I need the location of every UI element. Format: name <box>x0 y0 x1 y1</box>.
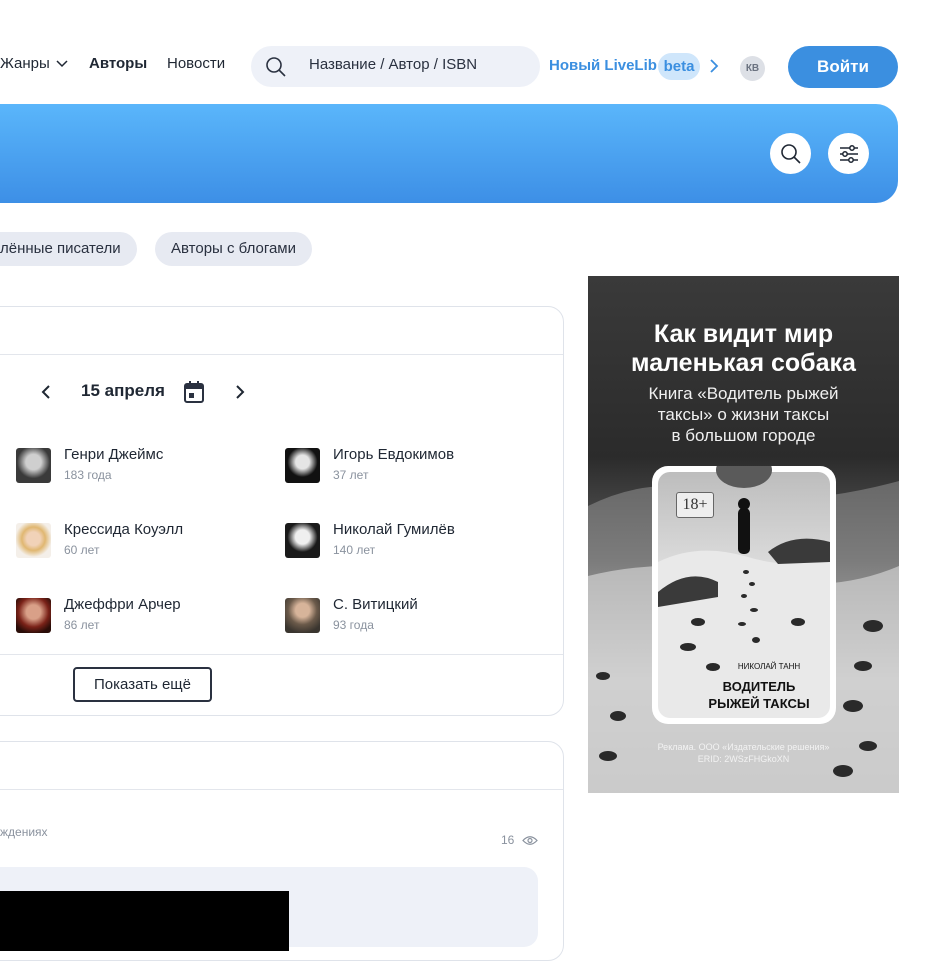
author-age: 93 года <box>333 618 374 632</box>
nav-genres[interactable]: Жанры <box>0 55 68 72</box>
age-rating: 18+ <box>676 492 714 518</box>
selected-date: 15 апреля <box>81 381 165 400</box>
author-item[interactable]: С. Витицкий 93 года <box>285 596 525 636</box>
author-item[interactable]: Генри Джеймс 183 года <box>16 446 256 486</box>
author-photo <box>285 448 320 483</box>
views-count-value: 16 <box>501 833 515 847</box>
news-category: ждениях <box>0 825 48 839</box>
new-livelib-link[interactable]: Новый LiveLib <box>549 57 657 74</box>
filter-icon <box>840 145 858 163</box>
news-image[interactable] <box>0 891 289 951</box>
ad-legal-line2: ERID: 2WSzFHGkoXN <box>697 754 790 764</box>
book-cover: 18+ НИКОЛАЙ ТАНН ВОДИТЕЛЬ РЫЖЕЙ ТАКСЫ <box>652 466 836 724</box>
authors-banner <box>0 104 898 203</box>
author-name: Крессида Коуэлл <box>64 521 184 538</box>
chevron-left-icon[interactable] <box>41 384 51 400</box>
book-title-line1: ВОДИТЕЛЬ <box>722 679 796 694</box>
show-more-button[interactable]: Показать ещё <box>73 667 212 702</box>
author-photo <box>16 448 51 483</box>
chevron-down-icon <box>56 60 68 68</box>
card-divider <box>0 354 563 355</box>
search-icon <box>266 57 286 77</box>
author-photo <box>16 598 51 633</box>
ad-title-line1: Как видит мир <box>653 320 834 348</box>
chip-authors-with-blogs[interactable]: Авторы с блогами <box>155 232 313 266</box>
banner-search-button[interactable] <box>770 133 811 174</box>
author-age: 37 лет <box>333 468 369 482</box>
author-photo <box>285 598 320 633</box>
author-age: 140 лет <box>333 543 376 557</box>
author-photo <box>16 523 51 558</box>
ad-title-line2: маленькая собака <box>631 349 856 377</box>
beta-badge: beta <box>658 53 700 80</box>
author-name: Генри Джеймс <box>64 446 164 463</box>
card-divider <box>0 654 563 655</box>
author-name: С. Витицкий <box>333 596 418 613</box>
ad-subtitle-line3: в большом городе <box>671 426 816 445</box>
author-item[interactable]: Николай Гумилёв 140 лет <box>285 521 525 561</box>
author-name: Николай Гумилёв <box>333 521 455 538</box>
author-photo <box>285 523 320 558</box>
login-button[interactable]: Войти <box>788 46 898 88</box>
nav-news[interactable]: Новости <box>167 55 225 72</box>
chevron-right-icon[interactable] <box>235 384 245 400</box>
chevron-right-icon[interactable] <box>709 58 719 74</box>
book-cover-art: 18+ НИКОЛАЙ ТАНН ВОДИТЕЛЬ РЫЖЕЙ ТАКСЫ <box>658 472 830 718</box>
language-switch[interactable]: КВ <box>740 56 765 81</box>
banner-filter-button[interactable] <box>828 133 869 174</box>
views-count: 16 <box>501 833 538 847</box>
search-input[interactable]: Название / Автор / ISBN <box>251 46 540 87</box>
eye-icon <box>521 836 538 846</box>
nav-authors[interactable]: Авторы <box>89 55 147 72</box>
search-placeholder: Название / Автор / ISBN <box>309 56 478 73</box>
author-age: 183 года <box>64 468 112 482</box>
author-name: Джеффри Арчер <box>64 596 181 613</box>
card-divider <box>0 789 563 790</box>
author-item[interactable]: Джеффри Арчер 86 лет <box>16 596 256 636</box>
ad-legal-line1: Реклама. ООО «Издательские решения» <box>657 742 830 752</box>
author-age: 60 лет <box>64 543 100 557</box>
book-author: НИКОЛАЙ ТАНН <box>737 662 801 671</box>
calendar-icon[interactable] <box>184 381 204 403</box>
search-icon <box>781 144 801 164</box>
ad-subtitle-line2: таксы» о жизни таксы <box>657 405 830 424</box>
ad-subtitle-line1: Книга «Водитель рыжей <box>648 384 839 403</box>
author-name: Игорь Евдокимов <box>333 446 455 463</box>
author-age: 86 лет <box>64 618 100 632</box>
author-item[interactable]: Игорь Евдокимов 37 лет <box>285 446 525 486</box>
book-title-line2: РЫЖЕЙ ТАКСЫ <box>708 696 810 711</box>
author-item[interactable]: Крессида Коуэлл 60 лет <box>16 521 256 561</box>
nav-genres-label: Жанры <box>0 55 50 72</box>
chip-writers[interactable]: лённые писатели <box>0 232 137 266</box>
